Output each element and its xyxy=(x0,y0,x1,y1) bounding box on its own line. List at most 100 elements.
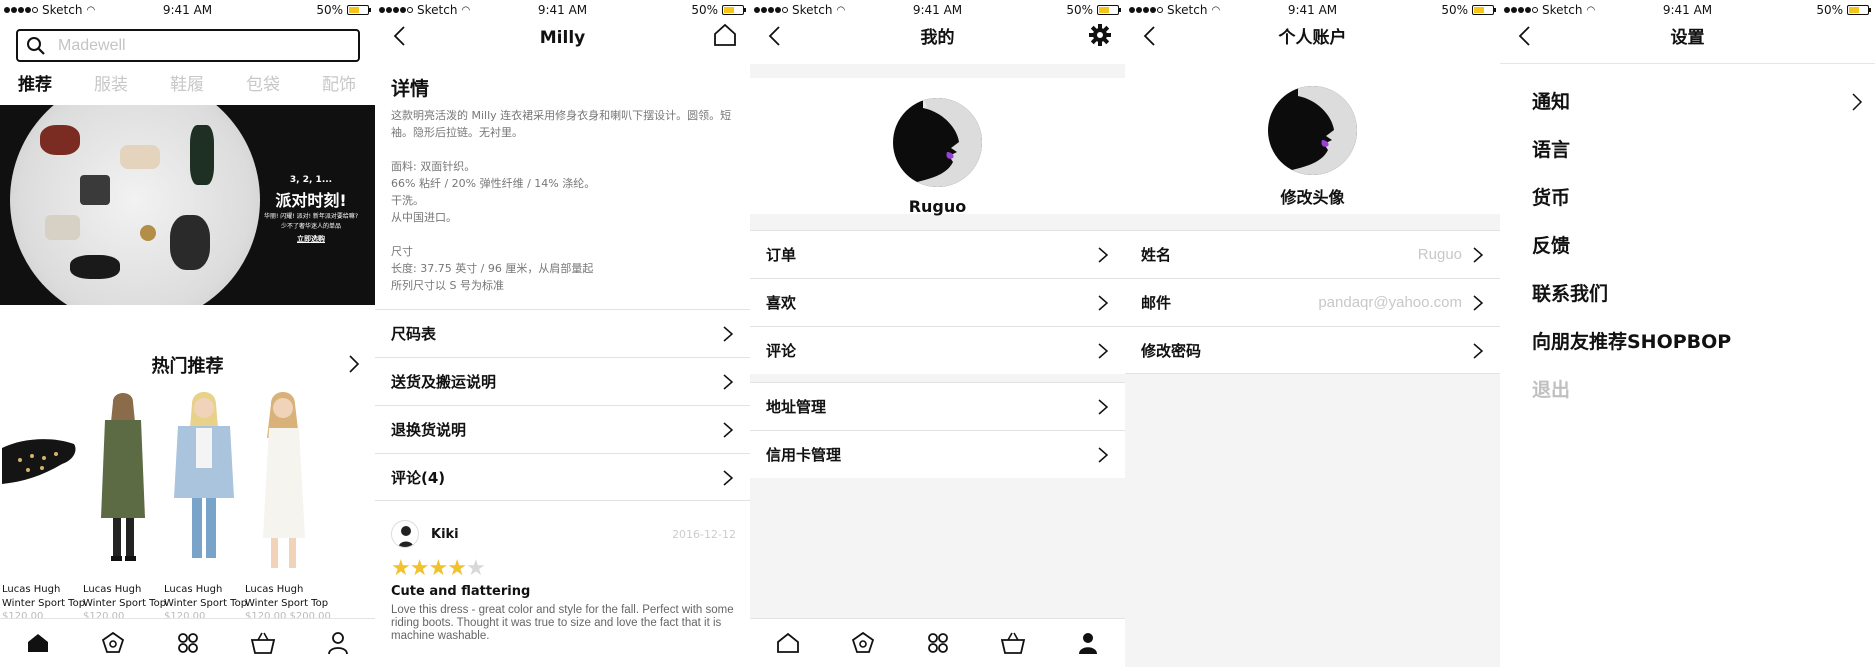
product-detail-screen: Sketch ◠ 9:41 AM 50% Milly 详情 这款明亮活泼的 Mil… xyxy=(375,0,750,667)
product-title: Winter Sport Top xyxy=(164,598,248,609)
email-row[interactable]: 邮件 pandaqr@yahoo.com xyxy=(1125,278,1500,326)
chevron-right-icon[interactable] xyxy=(347,354,361,374)
avatar-section: 修改头像 xyxy=(1125,64,1500,214)
logout-button[interactable]: 退出 xyxy=(1500,372,1875,420)
categories-tab-icon[interactable] xyxy=(168,623,208,663)
product-brand: Lucas Hugh xyxy=(245,584,304,595)
product-card[interactable]: Lucas Hugh Winter Sport Top $120.00 $200… xyxy=(83,388,166,619)
search-input[interactable] xyxy=(58,36,348,56)
menu-group-2: 地址管理 信用卡管理 xyxy=(750,382,1125,478)
home-tab-icon[interactable] xyxy=(768,623,808,663)
row-label: 送货及搬运说明 xyxy=(391,373,497,391)
back-arrow-icon[interactable] xyxy=(389,24,413,48)
tab-clothing[interactable]: 服装 xyxy=(94,70,170,95)
tab-bags[interactable]: 包袋 xyxy=(246,70,322,95)
star-icon: ★ xyxy=(409,556,430,581)
feedback-item[interactable]: 反馈 xyxy=(1500,228,1875,276)
my-account-screen: Sketch ◠ 9:41 AM 50% 我的 Ruguo 订单 喜欢 评论 地址… xyxy=(750,0,1125,667)
review-body: Love this dress - great color and style … xyxy=(391,604,734,642)
tab-recommend[interactable]: 推荐 xyxy=(18,70,94,95)
page-title: 个人账户 xyxy=(1278,28,1347,48)
product-brand: Lucas Hugh xyxy=(164,584,223,595)
tab-shoes[interactable]: 鞋履 xyxy=(170,70,246,95)
chevron-right-icon xyxy=(722,325,734,343)
gear-icon[interactable] xyxy=(1087,22,1113,48)
product-title: Winter Sport Top xyxy=(245,598,329,609)
currency-item[interactable]: 货币 xyxy=(1500,180,1875,228)
product-card[interactable]: Lucas Hugh Winter Sport Top $120.00 $200… xyxy=(2,388,85,619)
cart-tab-icon[interactable] xyxy=(993,623,1033,663)
language-item[interactable]: 语言 xyxy=(1500,132,1875,180)
back-arrow-icon[interactable] xyxy=(1514,24,1538,48)
tab-bar xyxy=(0,618,375,667)
review-title: Cute and flattering xyxy=(391,584,531,599)
tab-bar xyxy=(750,618,1125,667)
row-label: 信用卡管理 xyxy=(766,446,842,464)
chevron-right-icon xyxy=(1097,446,1109,464)
change-avatar-label[interactable]: 修改头像 xyxy=(1125,184,1500,208)
nav-divider xyxy=(1500,63,1875,64)
product-card[interactable]: Lucas Hugh Winter Sport Top $120.00 $200… xyxy=(164,388,248,619)
search-bar[interactable] xyxy=(16,29,360,62)
page-title: Milly xyxy=(539,28,586,48)
product-image xyxy=(245,388,325,583)
banner-cta[interactable]: 立即选购 xyxy=(256,234,366,244)
battery-icon xyxy=(347,5,371,15)
contact-us-item[interactable]: 联系我们 xyxy=(1500,276,1875,324)
reviews-row[interactable]: 评论(4) xyxy=(375,453,750,501)
name-row[interactable]: 姓名 Ruguo xyxy=(1125,230,1500,278)
avatar[interactable] xyxy=(1268,86,1357,175)
back-arrow-icon[interactable] xyxy=(764,24,788,48)
category-tabs: 推荐 服装 鞋履 包袋 配饰 xyxy=(18,70,375,95)
row-label: 尺码表 xyxy=(391,325,437,343)
status-bar: Sketch ◠ 9:41 AM 50% xyxy=(750,0,1125,20)
star-icon: ★ xyxy=(447,556,467,581)
battery-icon xyxy=(1472,5,1496,15)
profile-header: Ruguo xyxy=(750,64,1125,216)
review-date: 2016-12-12 xyxy=(672,528,736,541)
tab-accessories[interactable]: 配饰 xyxy=(322,70,375,95)
promo-banner[interactable]: 3, 2, 1... 派对时刻! 华丽! 闪耀! 派对! 新年派对要给嘛? 少不… xyxy=(0,105,375,305)
avatar[interactable] xyxy=(893,98,982,187)
banner-subline-2: 少不了奢华迷人的单品 xyxy=(280,223,341,230)
chevron-right-icon xyxy=(722,421,734,439)
discover-tab-icon[interactable] xyxy=(93,623,133,663)
settings-screen: Sketch ◠ 9:41 AM 50% 设置 通知 语言 货币 反馈 联系我们 … xyxy=(1500,0,1875,667)
favorites-row[interactable]: 喜欢 xyxy=(750,278,1125,326)
row-label: 评论 xyxy=(766,342,797,360)
recommend-item[interactable]: 向朋友推荐SHOPBOP xyxy=(1500,324,1875,372)
item-label: 语言 xyxy=(1532,139,1571,161)
back-arrow-icon[interactable] xyxy=(1139,24,1163,48)
profile-tab-icon[interactable] xyxy=(318,623,358,663)
battery-icon xyxy=(1097,5,1121,15)
item-label: 反馈 xyxy=(1532,235,1571,257)
email-value: pandaqr@yahoo.com xyxy=(1318,294,1462,311)
profile-tab-icon[interactable] xyxy=(1068,623,1108,663)
item-label: 通知 xyxy=(1532,91,1571,113)
row-label: 修改密码 xyxy=(1141,341,1202,360)
cart-tab-icon[interactable] xyxy=(243,623,283,663)
page-title: 设置 xyxy=(1670,28,1705,48)
chevron-right-icon xyxy=(1097,294,1109,312)
categories-tab-icon[interactable] xyxy=(918,623,958,663)
credit-card-row[interactable]: 信用卡管理 xyxy=(750,430,1125,478)
row-label: 退换货说明 xyxy=(391,421,467,439)
product-card[interactable]: Lucas Hugh Winter Sport Top $120.00 $200… xyxy=(245,388,375,619)
chevron-right-icon xyxy=(1472,342,1484,360)
home-tab-icon[interactable] xyxy=(18,623,58,663)
home-icon[interactable] xyxy=(712,22,738,48)
banner-countdown: 3, 2, 1... xyxy=(289,175,333,185)
banner-subline-1: 华丽! 闪耀! 派对! 新年派对要给嘛? xyxy=(263,213,359,220)
chevron-right-icon xyxy=(722,469,734,487)
change-password-row[interactable]: 修改密码 xyxy=(1125,326,1500,374)
discover-tab-icon[interactable] xyxy=(843,623,883,663)
reviews-row[interactable]: 评论 xyxy=(750,326,1125,374)
orders-row[interactable]: 订单 xyxy=(750,230,1125,278)
chevron-right-icon xyxy=(1097,246,1109,264)
notifications-item[interactable]: 通知 xyxy=(1500,84,1875,132)
name-value: Ruguo xyxy=(1417,246,1462,263)
address-row[interactable]: 地址管理 xyxy=(750,382,1125,430)
shipping-row[interactable]: 送货及搬运说明 xyxy=(375,357,750,405)
size-chart-row[interactable]: 尺码表 xyxy=(375,309,750,357)
returns-row[interactable]: 退换货说明 xyxy=(375,405,750,453)
